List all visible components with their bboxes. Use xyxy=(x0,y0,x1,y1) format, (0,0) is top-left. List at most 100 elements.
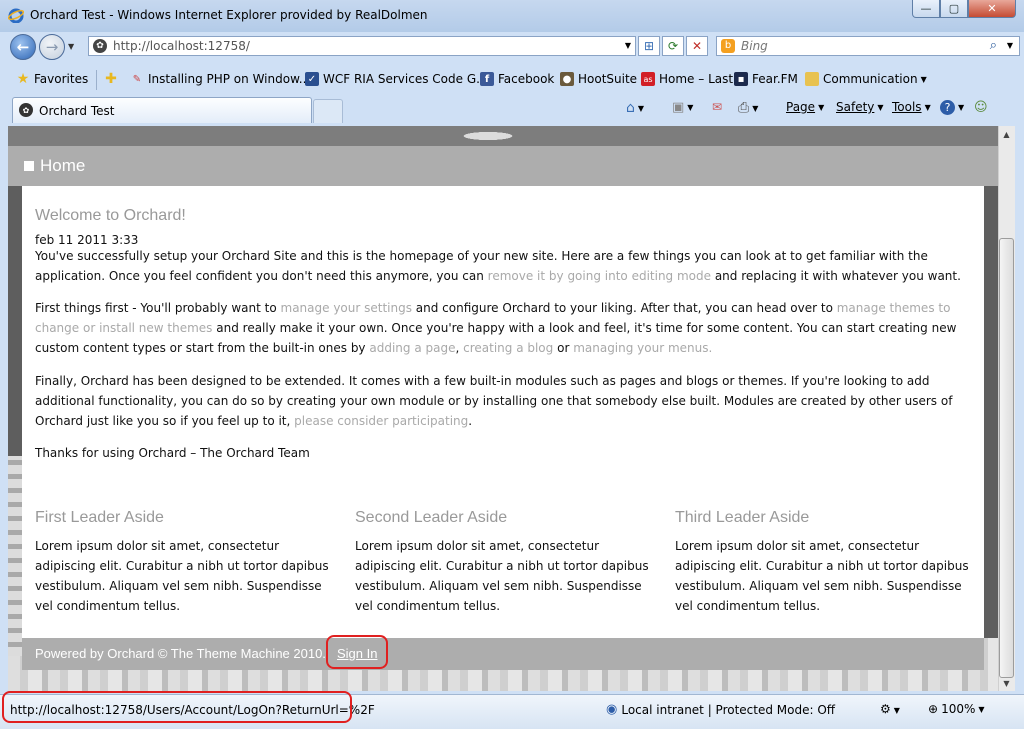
security-zone-label: Local intranet | Protected Mode: Off xyxy=(621,702,836,717)
arrow-left-icon: ← xyxy=(16,38,30,56)
favorite-link-wcf[interactable]: ✓ WCF RIA Services Code G... xyxy=(305,72,488,86)
aside-body: Lorem ipsum dolor sit amet, consectetur … xyxy=(675,539,969,613)
new-tab-button[interactable] xyxy=(313,99,343,123)
separator xyxy=(96,70,97,90)
feeds-button[interactable]: ▣ ▼ xyxy=(672,100,693,115)
help-icon: ? xyxy=(940,100,955,115)
page-menu[interactable]: Page ▼ xyxy=(786,100,824,114)
favorite-link-fearfm[interactable]: ▪ Fear.FM xyxy=(734,72,798,86)
safety-menu-label: Safety xyxy=(836,100,875,114)
favorite-folder-communication[interactable]: Communication ▼ xyxy=(805,72,927,86)
aside-heading: Second Leader Aside xyxy=(355,509,508,526)
edit-mode-link[interactable]: remove it by going into editing mode xyxy=(488,269,711,283)
minimize-button[interactable]: — xyxy=(912,0,940,18)
scroll-down-button[interactable]: ▼ xyxy=(999,677,1014,691)
manage-menus-link[interactable]: managing your menus. xyxy=(573,341,712,355)
maximize-button[interactable]: ▢ xyxy=(940,0,968,18)
address-input[interactable]: http://localhost:12758/ xyxy=(113,39,250,53)
address-bar[interactable]: ✿ http://localhost:12758/ ▼ xyxy=(88,36,636,56)
tools-menu[interactable]: Tools ▼ xyxy=(892,100,931,114)
paragraph-text: , xyxy=(455,341,464,355)
chevron-down-icon: ▼ xyxy=(958,103,965,112)
add-favorite-icon: ✚ xyxy=(105,71,117,87)
back-button[interactable]: ← xyxy=(10,34,36,60)
paragraph-text: Finally, Orchard has been designed to be… xyxy=(35,374,953,428)
chevron-down-icon: ▼ xyxy=(893,706,900,715)
window-title: Orchard Test - Windows Internet Explorer… xyxy=(30,8,428,22)
help-button[interactable]: ? ▼ xyxy=(940,100,964,115)
chevron-down-icon: ▼ xyxy=(920,74,927,84)
scroll-up-button[interactable]: ▲ xyxy=(999,127,1014,142)
forward-button[interactable]: → xyxy=(39,34,65,60)
mail-icon: ✉ xyxy=(712,100,723,114)
research-button[interactable]: ☺ xyxy=(974,100,988,115)
refresh-icon: ⟳ xyxy=(667,39,679,53)
tab-orchard-test[interactable]: ✿ Orchard Test xyxy=(12,97,312,123)
favorite-folder-label: Communication xyxy=(823,72,918,86)
first-things-paragraph: First things first - You'll probably wan… xyxy=(35,298,970,358)
chevron-down-icon: ▼ xyxy=(924,102,931,112)
tab-label: Orchard Test xyxy=(39,104,115,118)
favorite-link-lastfm[interactable]: as Home – Last xyxy=(641,72,733,86)
manage-settings-link[interactable]: manage your settings xyxy=(281,301,412,315)
footer-text: Powered by Orchard © The Theme Machine 2… xyxy=(35,646,326,661)
paragraph-text: First things first - You'll probably wan… xyxy=(35,301,281,315)
zoom-button[interactable]: ⊕ 100% ▼ xyxy=(928,702,985,716)
window-title-bar[interactable]: Orchard Test - Windows Internet Explorer… xyxy=(0,0,1024,32)
scrollbar-thumb[interactable] xyxy=(999,238,1014,678)
protected-mode-button[interactable]: ⚙ ▼ xyxy=(880,702,900,716)
refresh-button[interactable]: ⟳ xyxy=(662,36,684,56)
orchard-favicon-icon: ✿ xyxy=(93,39,107,53)
favorite-link-label: Home – Last xyxy=(659,72,734,86)
favorite-link-label: Fear.FM xyxy=(752,72,798,86)
printer-icon: ⎙ xyxy=(738,100,750,116)
favorite-link-label: WCF RIA Services Code G... xyxy=(323,72,488,86)
close-window-button[interactable]: ✕ xyxy=(968,0,1016,18)
tools-menu-label: Tools xyxy=(892,100,922,114)
site-title-home[interactable]: Home xyxy=(40,156,85,176)
favorite-link-hootsuite[interactable]: ● HootSuite xyxy=(560,72,637,86)
bing-icon: b xyxy=(721,39,735,53)
home-button[interactable]: ⌂ ▼ xyxy=(626,100,644,116)
paragraph-text: and replacing it with whatever you want. xyxy=(711,269,961,283)
paragraph-text: or xyxy=(553,341,574,355)
aside-heading: First Leader Aside xyxy=(35,509,164,526)
stop-icon: ✕ xyxy=(691,39,703,53)
security-zone[interactable]: ◉ Local intranet | Protected Mode: Off xyxy=(606,702,835,717)
arrow-right-icon: → xyxy=(45,38,59,56)
favorites-label: Favorites xyxy=(34,72,89,86)
people-icon: ☺ xyxy=(974,100,988,115)
participate-link[interactable]: please consider participating xyxy=(294,414,468,428)
safety-menu[interactable]: Safety ▼ xyxy=(836,100,884,114)
lastfm-icon: as xyxy=(641,72,655,86)
search-box[interactable]: b Bing ⌕ ▼ xyxy=(716,36,1020,56)
rss-icon: ▣ xyxy=(672,100,685,115)
star-icon: ★ xyxy=(16,71,30,87)
favorite-link-label: Installing PHP on Window... xyxy=(148,72,311,86)
welcome-heading: Welcome to Orchard! xyxy=(35,207,186,224)
pencil-icon: ✎ xyxy=(132,73,142,85)
aside-heading: Third Leader Aside xyxy=(675,509,810,526)
zoom-icon: ⊕ xyxy=(928,702,939,716)
page-menu-label: Page xyxy=(786,100,816,114)
favorite-link-facebook[interactable]: f Facebook xyxy=(480,72,554,86)
add-to-favorites-button[interactable]: ✚ xyxy=(104,71,122,87)
address-dropdown-button[interactable]: ▼ xyxy=(625,41,631,50)
compatibility-view-button[interactable]: ⊞ xyxy=(638,36,660,56)
stop-button[interactable]: ✕ xyxy=(686,36,708,56)
owl-icon: ● xyxy=(560,72,574,86)
home-icon: ⌂ xyxy=(626,100,635,116)
create-blog-link[interactable]: creating a blog xyxy=(463,341,553,355)
paragraph-text: and configure Orchard to your liking. Af… xyxy=(411,301,837,315)
chevron-down-icon: ▼ xyxy=(637,103,645,113)
favorites-button[interactable]: ★ Favorites xyxy=(16,71,89,87)
read-mail-button[interactable]: ✉ xyxy=(712,100,722,114)
recent-pages-dropdown[interactable]: ▼ xyxy=(68,42,74,51)
favorite-link-php[interactable]: ✎ Installing PHP on Window... xyxy=(130,72,310,86)
search-input[interactable]: Bing xyxy=(741,39,768,53)
print-button[interactable]: ⎙ ▼ xyxy=(738,100,758,116)
search-icon[interactable]: ⌕ xyxy=(990,38,997,53)
sign-in-highlight-annotation xyxy=(326,635,388,669)
add-page-link[interactable]: adding a page xyxy=(369,341,455,355)
search-options-dropdown[interactable]: ▼ xyxy=(1007,41,1013,50)
